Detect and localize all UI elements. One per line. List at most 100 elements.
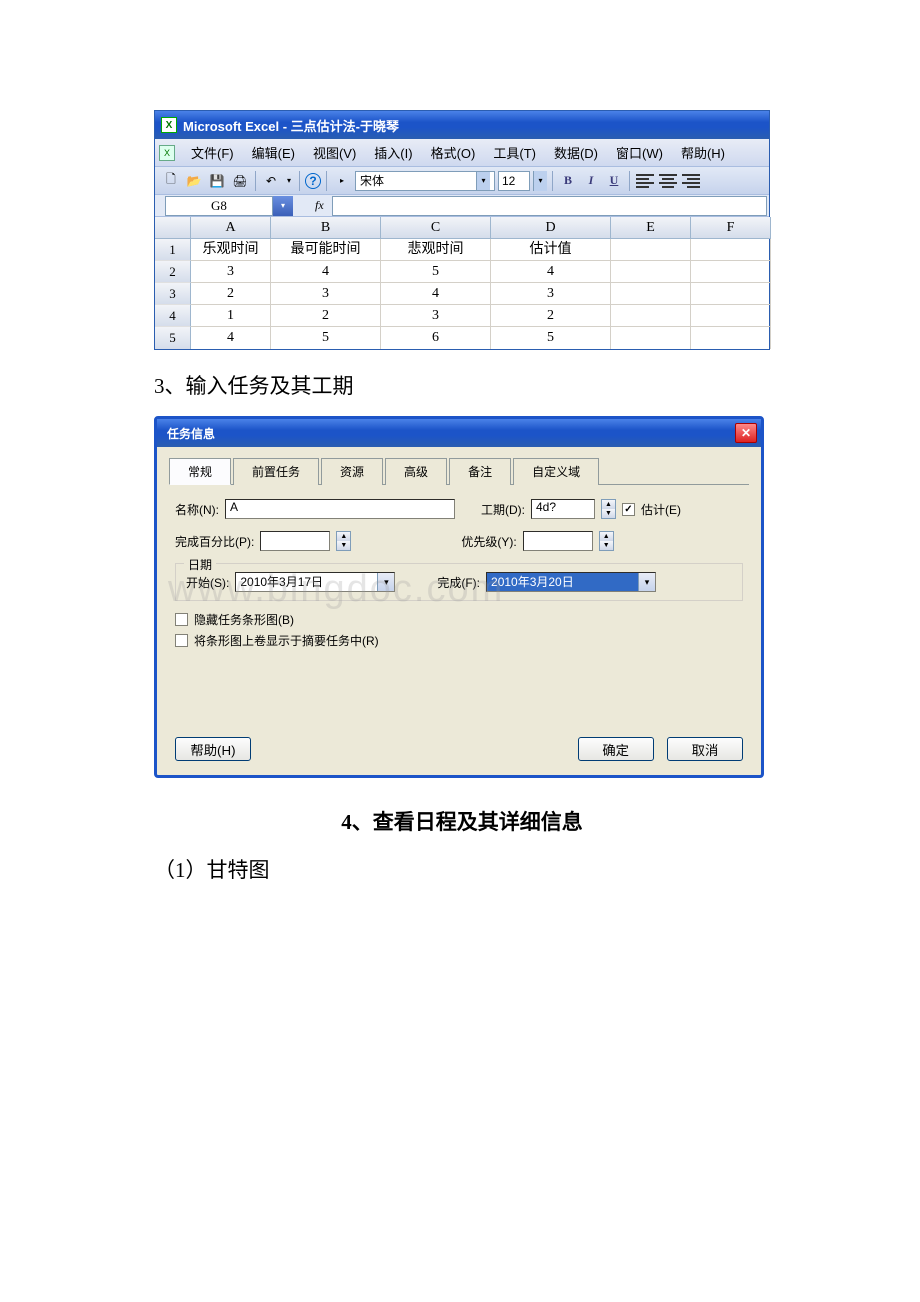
menu-data[interactable]: 数据(D) <box>546 141 606 164</box>
finish-date-combo[interactable]: 2010年3月20日 ▾ <box>486 572 656 592</box>
col-header-C[interactable]: C <box>381 217 491 239</box>
menu-tools[interactable]: 工具(T) <box>485 141 544 164</box>
close-icon[interactable]: ✕ <box>735 423 757 443</box>
align-left-icon[interactable] <box>635 171 655 191</box>
tab-advanced[interactable]: 高级 <box>385 458 447 485</box>
duration-spinner[interactable]: ▲▼ <box>601 499 616 519</box>
cell[interactable]: 3 <box>491 283 611 305</box>
cell[interactable] <box>691 305 771 327</box>
row-header[interactable]: 5 <box>155 327 191 349</box>
cell[interactable] <box>611 305 691 327</box>
row-header[interactable]: 3 <box>155 283 191 305</box>
menu-window[interactable]: 窗口(W) <box>608 141 671 164</box>
cell[interactable]: 4 <box>381 283 491 305</box>
save-icon[interactable]: 💾 <box>207 171 227 191</box>
ok-button[interactable]: 确定 <box>578 737 654 761</box>
cell[interactable]: 悲观时间 <box>381 239 491 261</box>
cell[interactable]: 1 <box>191 305 271 327</box>
cell[interactable]: 4 <box>491 261 611 283</box>
underline-icon[interactable]: U <box>604 171 624 191</box>
name-input[interactable]: A <box>225 499 455 519</box>
estimate-checkbox[interactable]: ✓ <box>622 503 635 516</box>
col-header-B[interactable]: B <box>271 217 381 239</box>
cell[interactable]: 3 <box>191 261 271 283</box>
row-header[interactable]: 4 <box>155 305 191 327</box>
percent-complete-input[interactable] <box>260 531 330 551</box>
new-doc-icon[interactable]: 🗋 <box>161 171 181 191</box>
row-header[interactable]: 1 <box>155 239 191 261</box>
help-icon[interactable]: ? <box>305 173 321 189</box>
cell[interactable]: 3 <box>381 305 491 327</box>
align-center-icon[interactable] <box>658 171 678 191</box>
percent-spinner[interactable]: ▲▼ <box>336 531 351 551</box>
font-size-picker[interactable]: 12 <box>498 171 530 191</box>
font-name-picker[interactable]: 宋体 ▾ <box>355 171 495 191</box>
excel-app-icon: X <box>161 117 177 133</box>
cell[interactable] <box>691 239 771 261</box>
cell[interactable]: 4 <box>191 327 271 349</box>
priority-spinner[interactable]: ▲▼ <box>599 531 614 551</box>
cancel-button[interactable]: 取消 <box>667 737 743 761</box>
cell[interactable] <box>691 261 771 283</box>
bold-icon[interactable]: B <box>558 171 578 191</box>
formula-input[interactable] <box>332 196 767 216</box>
cell[interactable]: 5 <box>381 261 491 283</box>
menu-view[interactable]: 视图(V) <box>305 141 364 164</box>
rollup-checkbox[interactable] <box>175 634 188 647</box>
spreadsheet-grid[interactable]: A B C D E F 1 乐观时间 最可能时间 悲观时间 估计值 2 3 4 … <box>155 217 769 349</box>
start-date-combo[interactable]: 2010年3月17日 ▾ <box>235 572 395 592</box>
toolbar-overflow-icon[interactable]: ▸ <box>332 171 352 191</box>
col-header-F[interactable]: F <box>691 217 771 239</box>
tab-general[interactable]: 常规 <box>169 458 231 485</box>
tab-custom[interactable]: 自定义域 <box>513 458 599 485</box>
dialog-title: 任务信息 <box>167 425 215 442</box>
cell[interactable]: 5 <box>491 327 611 349</box>
standard-toolbar: 🗋 📂 💾 🖨 ↶ ▾ ? ▸ 宋体 ▾ 12 ▾ B I U <box>155 167 769 195</box>
italic-icon[interactable]: I <box>581 171 601 191</box>
menu-insert[interactable]: 插入(I) <box>366 141 420 164</box>
dialog-body: 名称(N): A 工期(D): 4d? ▲▼ ✓ 估计(E) 完成百分比(P):… <box>157 485 761 727</box>
align-right-icon[interactable] <box>681 171 701 191</box>
open-icon[interactable]: 📂 <box>184 171 204 191</box>
cell[interactable] <box>611 327 691 349</box>
cell[interactable] <box>611 261 691 283</box>
fx-icon[interactable]: fx <box>315 198 324 213</box>
cell[interactable]: 5 <box>271 327 381 349</box>
cell[interactable]: 2 <box>491 305 611 327</box>
undo-icon[interactable]: ↶ <box>261 171 281 191</box>
cell[interactable]: 2 <box>271 305 381 327</box>
menu-file[interactable]: 文件(F) <box>183 141 242 164</box>
hide-bar-checkbox[interactable] <box>175 613 188 626</box>
tab-notes[interactable]: 备注 <box>449 458 511 485</box>
tab-resources[interactable]: 资源 <box>321 458 383 485</box>
priority-input[interactable] <box>523 531 593 551</box>
help-button[interactable]: 帮助(H) <box>175 737 251 761</box>
cell[interactable]: 2 <box>191 283 271 305</box>
menu-help[interactable]: 帮助(H) <box>673 141 733 164</box>
col-header-A[interactable]: A <box>191 217 271 239</box>
cell[interactable] <box>691 327 771 349</box>
name-box-dropdown-icon[interactable]: ▾ <box>273 196 293 216</box>
tab-predecessors[interactable]: 前置任务 <box>233 458 319 485</box>
col-header-E[interactable]: E <box>611 217 691 239</box>
cell[interactable]: 乐观时间 <box>191 239 271 261</box>
col-header-D[interactable]: D <box>491 217 611 239</box>
print-icon[interactable]: 🖨 <box>230 171 250 191</box>
name-box[interactable]: G8 <box>165 196 273 216</box>
cell[interactable]: 4 <box>271 261 381 283</box>
row-header[interactable]: 2 <box>155 261 191 283</box>
cell[interactable]: 估计值 <box>491 239 611 261</box>
cell[interactable] <box>611 239 691 261</box>
menu-format[interactable]: 格式(O) <box>423 141 484 164</box>
duration-input[interactable]: 4d? <box>531 499 595 519</box>
cell[interactable]: 最可能时间 <box>271 239 381 261</box>
select-all-corner[interactable] <box>155 217 191 239</box>
font-size-dropdown-icon[interactable]: ▾ <box>533 171 547 191</box>
cell[interactable] <box>611 283 691 305</box>
toolbar-separator <box>629 171 630 191</box>
menu-edit[interactable]: 编辑(E) <box>244 141 303 164</box>
cell[interactable]: 3 <box>271 283 381 305</box>
cell[interactable]: 6 <box>381 327 491 349</box>
undo-dropdown-icon[interactable]: ▾ <box>284 171 294 191</box>
cell[interactable] <box>691 283 771 305</box>
